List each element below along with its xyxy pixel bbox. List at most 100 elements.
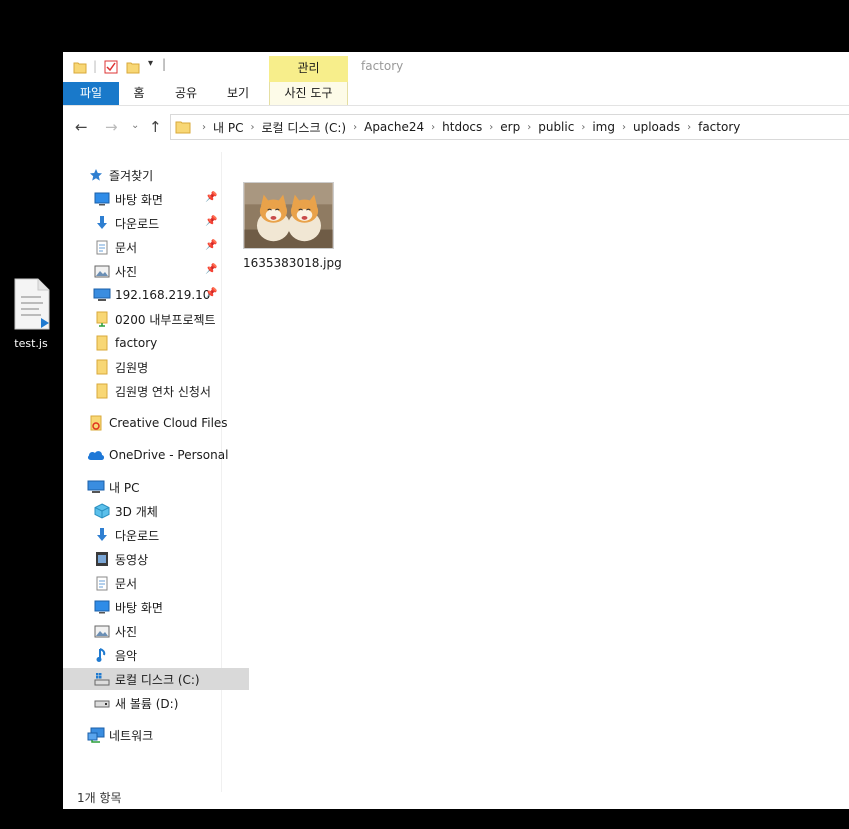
computer-icon [87, 480, 105, 494]
nav-pc-pictures[interactable]: 사진 [63, 620, 249, 642]
forward-arrow-icon[interactable]: → [105, 118, 118, 136]
nav-item-label: 내 PC [109, 480, 140, 495]
breadcrumb-img[interactable]: img [592, 120, 615, 134]
nav-item-label: 네트워크 [109, 728, 154, 743]
pin-icon[interactable]: 📌 [205, 264, 217, 275]
music-icon [93, 647, 111, 663]
creative-cloud-folder-icon [87, 415, 105, 431]
onedrive-cloud-icon [87, 449, 105, 461]
pin-icon[interactable]: 📌 [205, 216, 217, 227]
breadcrumb-separator: › [527, 121, 532, 133]
breadcrumb-separator: › [202, 121, 206, 133]
tab-share[interactable]: 공유 [171, 82, 201, 105]
tab-picture-tools[interactable]: 사진 도구 [269, 82, 348, 105]
nav-item-label: 로컬 디스크 (C:) [115, 672, 200, 687]
nav-pc-3d-objects[interactable]: 3D 개체 [63, 500, 249, 522]
toolbar-divider: | [93, 59, 98, 73]
breadcrumb-factory[interactable]: factory [698, 120, 740, 134]
back-arrow-icon[interactable]: ← [75, 118, 88, 136]
desktop-icon [93, 192, 111, 206]
nav-quick-downloads[interactable]: 다운로드 📌 [63, 212, 249, 234]
file-list: 1635383018.jpg [243, 182, 342, 270]
breadcrumb-separator: › [431, 121, 436, 133]
nav-item-label: 문서 [115, 240, 138, 255]
breadcrumb-uploads[interactable]: uploads [633, 120, 680, 134]
file-explorer-window: | ▾ | 관리 factory 파일 홈 공유 보기 사진 도구 ← → ⌄ … [63, 52, 849, 809]
breadcrumb-separator: › [687, 121, 692, 133]
star-icon [87, 168, 105, 182]
document-icon [93, 240, 111, 255]
nav-quick-desktop[interactable]: 바탕 화면 📌 [63, 188, 249, 210]
nav-item-label: 김원명 [115, 360, 149, 375]
nav-pc-local-disk-c[interactable]: 로컬 디스크 (C:) [63, 668, 249, 690]
navigation-pane: 즐겨찾기 바탕 화면 📌 다운로드 📌 문서 📌 사진 📌 192.168.21… [63, 152, 249, 792]
nav-item-label: OneDrive - Personal [109, 448, 229, 462]
nav-onedrive-personal[interactable]: OneDrive - Personal [63, 444, 243, 466]
folder-icon [93, 335, 111, 351]
download-arrow-icon [93, 527, 111, 543]
desktop-file-label: test.js [14, 337, 48, 350]
nav-pc-desktop[interactable]: 바탕 화면 [63, 596, 249, 618]
quick-access-toolbar: | ▾ | 관리 factory [63, 52, 849, 83]
status-bar-item-count: 1개 항목 [77, 791, 122, 805]
pin-icon[interactable]: 📌 [205, 192, 217, 203]
nav-quick-access[interactable]: 즐겨찾기 [63, 164, 243, 186]
nav-quick-leave-request[interactable]: 김원명 연차 신청서 [63, 380, 249, 402]
nav-quick-internal-project[interactable]: 0200 내부프로젝트 [63, 308, 249, 330]
breadcrumb-local-disk-c[interactable]: 로컬 디스크 (C:) [261, 119, 346, 136]
tab-home[interactable]: 홈 [127, 82, 151, 105]
nav-quick-factory[interactable]: factory [63, 332, 249, 354]
nav-item-label: 바탕 화면 [115, 192, 163, 207]
nav-quick-network-drive[interactable]: 192.168.219.10 📌 [63, 284, 249, 306]
nav-quick-pictures[interactable]: 사진 📌 [63, 260, 249, 282]
address-bar[interactable]: › 내 PC › 로컬 디스크 (C:) › Apache24 › htdocs… [170, 114, 849, 140]
new-folder-icon[interactable] [126, 60, 140, 74]
nav-this-pc[interactable]: 내 PC [63, 476, 243, 498]
file-item[interactable]: 1635383018.jpg [243, 182, 342, 270]
nav-item-label: 문서 [115, 576, 138, 591]
nav-quick-documents[interactable]: 문서 📌 [63, 236, 249, 258]
up-arrow-icon[interactable]: ↑ [149, 118, 162, 136]
tab-file[interactable]: 파일 [63, 82, 119, 105]
nav-pc-new-volume-d[interactable]: 새 볼륨 (D:) [63, 692, 249, 714]
nav-item-label: 3D 개체 [115, 504, 158, 519]
3d-objects-icon [93, 503, 111, 519]
customize-toolbar-chevron-icon[interactable]: ▾ [148, 58, 153, 69]
nav-item-label: 김원명 연차 신청서 [115, 384, 211, 399]
address-bar-row: ← → ⌄ ↑ › 내 PC › 로컬 디스크 (C:) › Apache24 … [63, 112, 849, 142]
folder-icon [175, 121, 191, 134]
nav-pc-downloads[interactable]: 다운로드 [63, 524, 249, 546]
tab-view[interactable]: 보기 [223, 82, 253, 105]
breadcrumb-this-pc[interactable]: 내 PC [213, 119, 243, 136]
desktop-file-test-js[interactable]: test.js [8, 278, 54, 350]
breadcrumb-htdocs[interactable]: htdocs [442, 120, 482, 134]
nav-pc-videos[interactable]: 동영상 [63, 548, 249, 570]
pin-icon[interactable]: 📌 [205, 240, 217, 251]
nav-pc-documents[interactable]: 문서 [63, 572, 249, 594]
nav-network[interactable]: 네트워크 [63, 724, 243, 746]
nav-item-label: 0200 내부프로젝트 [115, 312, 216, 327]
breadcrumb-apache24[interactable]: Apache24 [364, 120, 424, 134]
video-icon [93, 551, 111, 567]
breadcrumb-erp[interactable]: erp [500, 120, 520, 134]
recent-locations-chevron-icon[interactable]: ⌄ [131, 120, 139, 131]
nav-item-label: 즐겨찾기 [109, 168, 154, 183]
nav-quick-kim-wonmyeong[interactable]: 김원명 [63, 356, 249, 378]
local-disk-icon [93, 672, 111, 686]
js-file-icon [14, 278, 50, 330]
nav-creative-cloud-files[interactable]: Creative Cloud Files [63, 412, 243, 434]
nav-item-label: 동영상 [115, 552, 149, 567]
nav-item-label: 사진 [115, 264, 138, 279]
nav-item-label: 다운로드 [115, 216, 160, 231]
nav-item-label: 새 볼륨 (D:) [115, 696, 179, 711]
breadcrumb-separator: › [250, 121, 255, 133]
nav-item-label: 음악 [115, 648, 138, 663]
folder-icon[interactable] [73, 60, 87, 74]
document-icon [93, 576, 111, 591]
breadcrumb-public[interactable]: public [538, 120, 574, 134]
nav-pc-music[interactable]: 음악 [63, 644, 249, 666]
context-tab-manage[interactable]: 관리 [269, 56, 348, 83]
properties-check-icon[interactable] [104, 60, 118, 74]
nav-item-label: Creative Cloud Files [109, 416, 228, 430]
pin-icon[interactable]: 📌 [205, 288, 217, 299]
